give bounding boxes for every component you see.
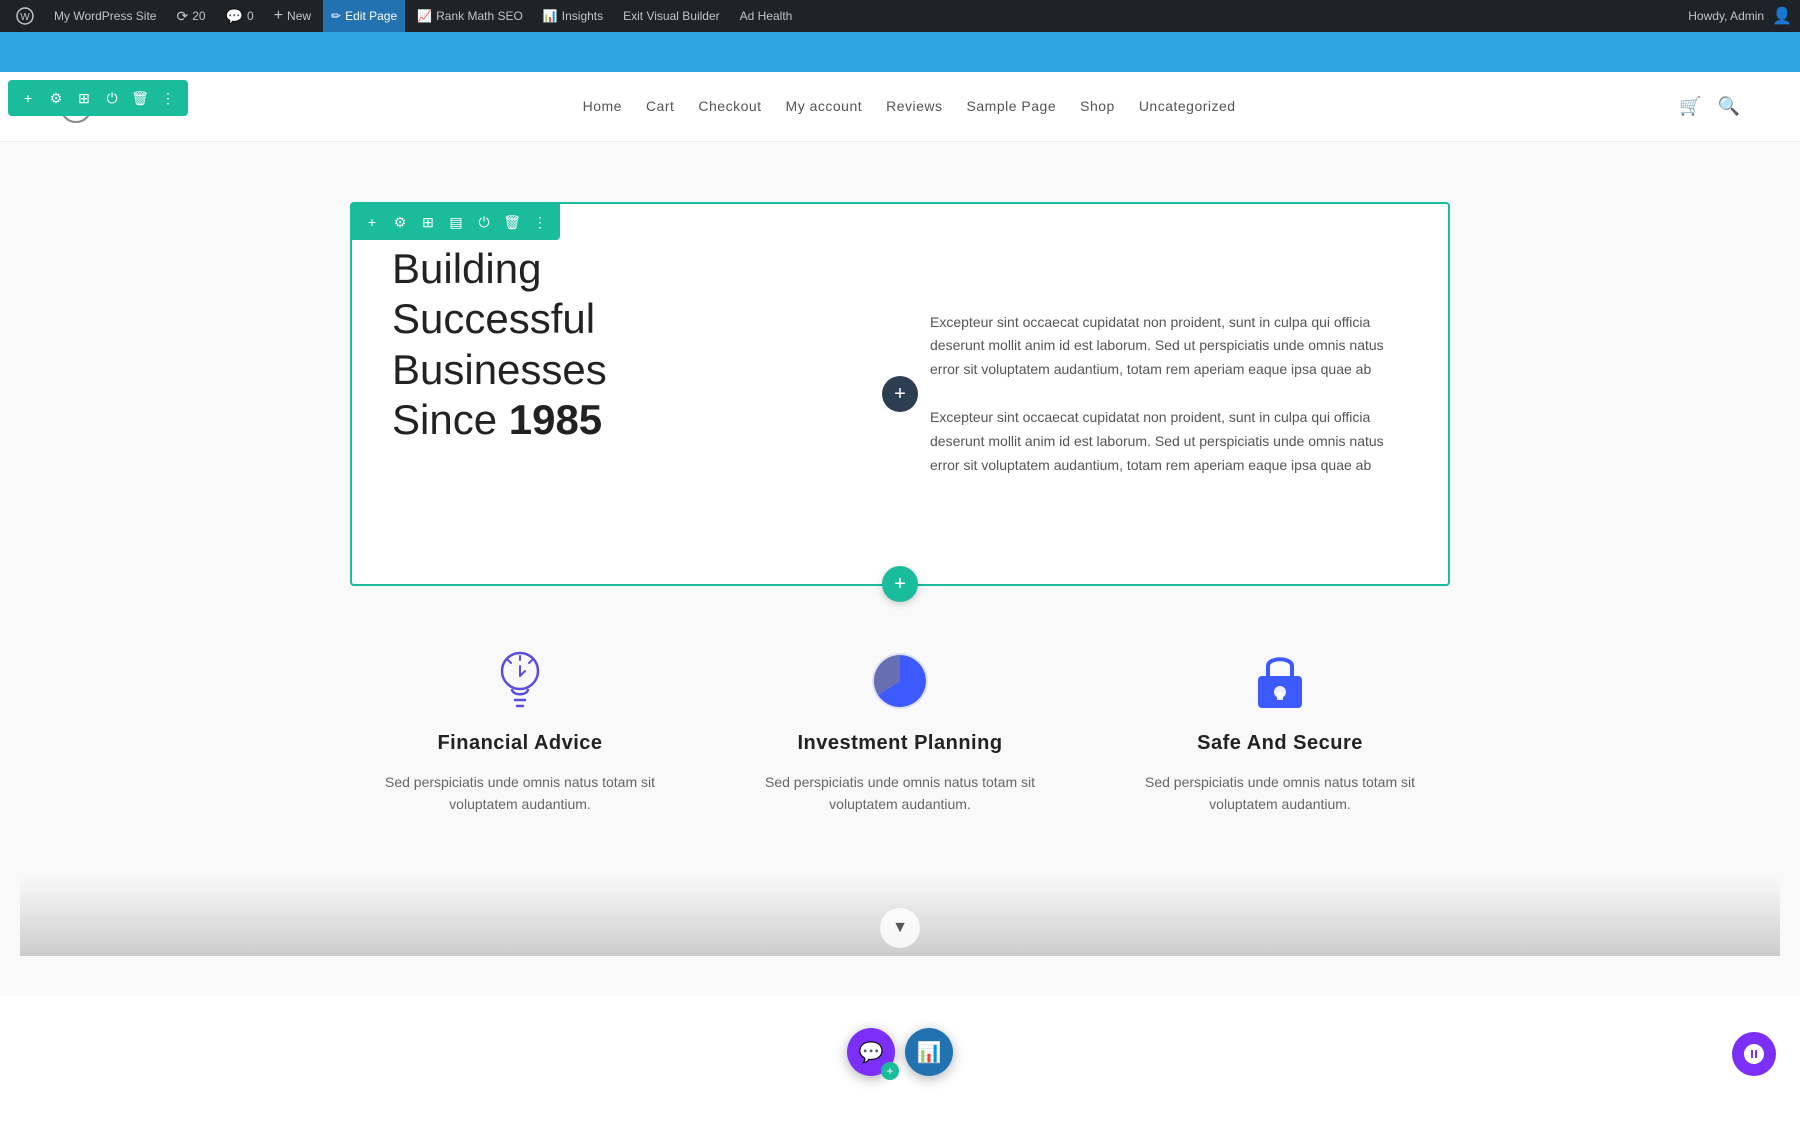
feature-desc-secure: Sed perspiciatis unde omnis natus totam … [1120,771,1440,816]
fab-add-icon: + [881,1062,899,1080]
hero-title: Building Successful Businesses Since 198… [392,244,870,446]
toolbar-toggle-icon[interactable]: ⏻ [100,86,124,110]
fab-analytics-button[interactable]: 📊 [905,1028,953,1076]
insights-button[interactable]: 📊 Insights [535,0,611,32]
hero-section: + ⚙ ⊞ ▤ ⏻ 🗑 ⋮ Building Successful Busine… [350,202,1450,586]
admin-bar: W My WordPress Site ⟳ 20 💬 0 + New ✏ Edi… [0,0,1800,32]
nav-item-cart[interactable]: Cart [646,98,674,116]
svg-text:W: W [20,12,30,23]
site-name[interactable]: My WordPress Site [46,0,164,32]
exit-builder-button[interactable]: Exit Visual Builder [615,0,728,32]
section-add-icon[interactable]: + [360,210,384,234]
fab-comments-button[interactable]: 💬 + [847,1028,895,1076]
hero-right: Excepteur sint occaecat cupidatat non pr… [910,204,1448,584]
toolbar-layout-icon[interactable]: ⊞ [72,86,96,110]
nav-item-myaccount[interactable]: My account [786,98,863,116]
features-grid: Financial Advice Sed perspiciatis unde o… [350,646,1450,816]
feature-item-investment: Investment Planning Sed perspiciatis und… [730,646,1070,816]
lock-icon [1245,646,1315,716]
toolbar-more-icon[interactable]: ⋮ [156,86,180,110]
updates-count[interactable]: ⟳ 20 [168,0,213,32]
toolbar-settings-icon[interactable]: ⚙ [44,86,68,110]
hero-para-2: Excepteur sint occaecat cupidatat non pr… [930,406,1408,477]
feature-desc-investment: Sed perspiciatis unde omnis natus totam … [740,771,1060,816]
nav-item-sample[interactable]: Sample Page [967,98,1057,116]
pie-chart-icon [865,646,935,716]
section-delete-icon[interactable]: 🗑 [500,210,524,234]
floating-toolbar[interactable]: + ⚙ ⊞ ⏻ 🗑 ⋮ [8,80,188,116]
section-layout-icon[interactable]: ▤ [444,210,468,234]
section-more-icon[interactable]: ⋮ [528,210,552,234]
builder-bar [0,32,1800,72]
comments-count[interactable]: 💬 0 [218,0,262,32]
toolbar-delete-icon[interactable]: 🗑 [128,86,152,110]
nav-item-shop[interactable]: Shop [1080,98,1115,116]
section-toolbar: + ⚙ ⊞ ▤ ⏻ 🗑 ⋮ [352,204,560,240]
edit-page-button[interactable]: ✏ Edit Page [323,0,405,32]
feature-item-financial: Financial Advice Sed perspiciatis unde o… [350,646,690,816]
section-duplicate-icon[interactable]: ⊞ [416,210,440,234]
hero-left: Building Successful Businesses Since 198… [352,204,910,584]
nav-item-checkout[interactable]: Checkout [698,98,761,116]
ad-health-button[interactable]: Ad Health [732,0,801,32]
admin-user[interactable]: Howdy, Admin 👤 [1688,6,1792,26]
floating-actions: 💬 + 📊 [847,1028,953,1076]
feature-desc-financial: Sed perspiciatis unde omnis natus totam … [360,771,680,816]
main-navigation: D divi Home Cart Checkout My account Rev… [0,72,1800,142]
content-area: + ⚙ ⊞ ▤ ⏻ 🗑 ⋮ Building Successful Busine… [0,142,1800,996]
nav-menu: Home Cart Checkout My account Reviews Sa… [583,98,1236,116]
cart-icon[interactable]: 🛒 [1679,96,1701,117]
rank-math-button[interactable]: 📈 Rank Math SEO [409,0,531,32]
new-button[interactable]: + New [266,0,319,32]
toolbar-add-icon[interactable]: + [16,86,40,110]
section-disable-icon[interactable]: ⏻ [472,210,496,234]
section-settings-icon[interactable]: ⚙ [388,210,412,234]
search-icon[interactable]: 🔍 [1718,96,1740,117]
lightbulb-icon [485,646,555,716]
wp-logo[interactable]: W [8,0,42,32]
nav-item-uncategorized[interactable]: Uncategorized [1139,98,1236,116]
scroll-down-button[interactable]: ▼ [880,908,920,948]
feature-item-secure: Safe And Secure Sed perspiciatis unde om… [1110,646,1450,816]
features-section: Financial Advice Sed perspiciatis unde o… [350,646,1450,816]
nav-item-reviews[interactable]: Reviews [886,98,942,116]
divi-ai-badge[interactable] [1732,1032,1776,1076]
bg-hint: ▼ [20,876,1780,956]
add-row-button[interactable]: + [882,566,918,602]
add-center-button[interactable]: + [882,376,918,412]
hero-para-1: Excepteur sint occaecat cupidatat non pr… [930,311,1408,382]
feature-title-financial: Financial Advice [437,732,602,755]
nav-item-home[interactable]: Home [583,98,622,116]
feature-title-secure: Safe And Secure [1197,732,1363,755]
feature-title-investment: Investment Planning [797,732,1002,755]
